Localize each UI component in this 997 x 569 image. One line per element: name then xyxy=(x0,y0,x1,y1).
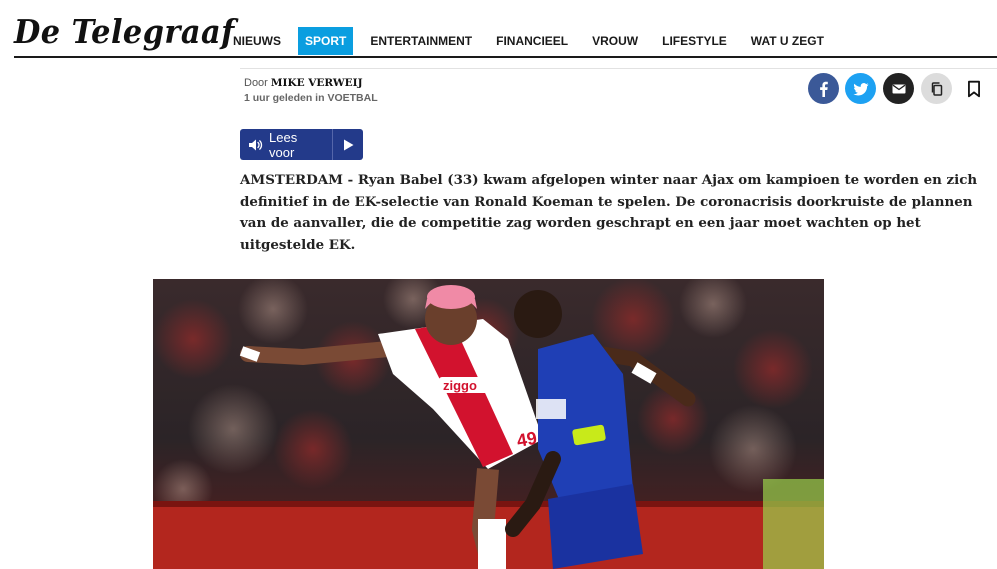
site-header: De Telegraaf NIEUWS SPORT ENTERTAINMENT … xyxy=(14,8,997,58)
bookmark-icon xyxy=(968,80,980,97)
nav-item-lifestyle[interactable]: LIFESTYLE xyxy=(655,27,734,55)
copy-icon xyxy=(931,81,942,96)
play-icon xyxy=(343,139,353,150)
lees-voor-label: Lees voor xyxy=(269,129,298,160)
bookmark-button[interactable] xyxy=(959,73,989,104)
byline: Door MIKE VERWEIJ 1 uur geleden in VOETB… xyxy=(244,76,378,106)
nav-item-sport[interactable]: SPORT xyxy=(298,27,354,55)
share-facebook-button[interactable] xyxy=(808,73,839,104)
nav-item-entertainment[interactable]: ENTERTAINMENT xyxy=(363,27,479,55)
nav-item-nieuws[interactable]: NIEUWS xyxy=(226,27,288,55)
speaker-icon xyxy=(248,138,263,152)
shirt-number-text: 49 xyxy=(515,428,538,451)
share-twitter-button[interactable] xyxy=(845,73,876,104)
nav-item-vrouw[interactable]: VROUW xyxy=(585,27,645,55)
nav-item-wat-u-zegt[interactable]: WAT U ZEGT xyxy=(744,27,831,55)
share-mail-button[interactable] xyxy=(883,73,914,104)
play-button[interactable] xyxy=(332,129,363,160)
audio-player: Lees voor xyxy=(240,129,363,160)
author-link[interactable]: MIKE VERWEIJ xyxy=(271,77,363,89)
shirt-sponsor-text: ziggo xyxy=(443,378,477,393)
lees-voor-button[interactable]: Lees voor xyxy=(240,129,332,160)
byline-prefix: Door xyxy=(244,77,268,89)
mail-icon xyxy=(892,84,905,93)
twitter-icon xyxy=(852,82,868,96)
copy-link-button[interactable] xyxy=(921,73,952,104)
section-link[interactable]: VOETBAL xyxy=(327,92,377,104)
site-logo[interactable]: De Telegraaf xyxy=(14,12,235,51)
publish-time: 1 uur geleden in xyxy=(244,92,325,104)
facebook-icon xyxy=(819,81,828,97)
article-photo[interactable]: ziggo 49 xyxy=(153,279,824,569)
football-photo-illustration: ziggo 49 xyxy=(153,279,824,569)
nav-item-financieel[interactable]: FINANCIEEL xyxy=(489,27,575,55)
main-nav: NIEUWS SPORT ENTERTAINMENT FINANCIEEL VR… xyxy=(226,27,841,55)
article-intro: AMSTERDAM - Ryan Babel (33) kwam afgelop… xyxy=(240,172,978,253)
